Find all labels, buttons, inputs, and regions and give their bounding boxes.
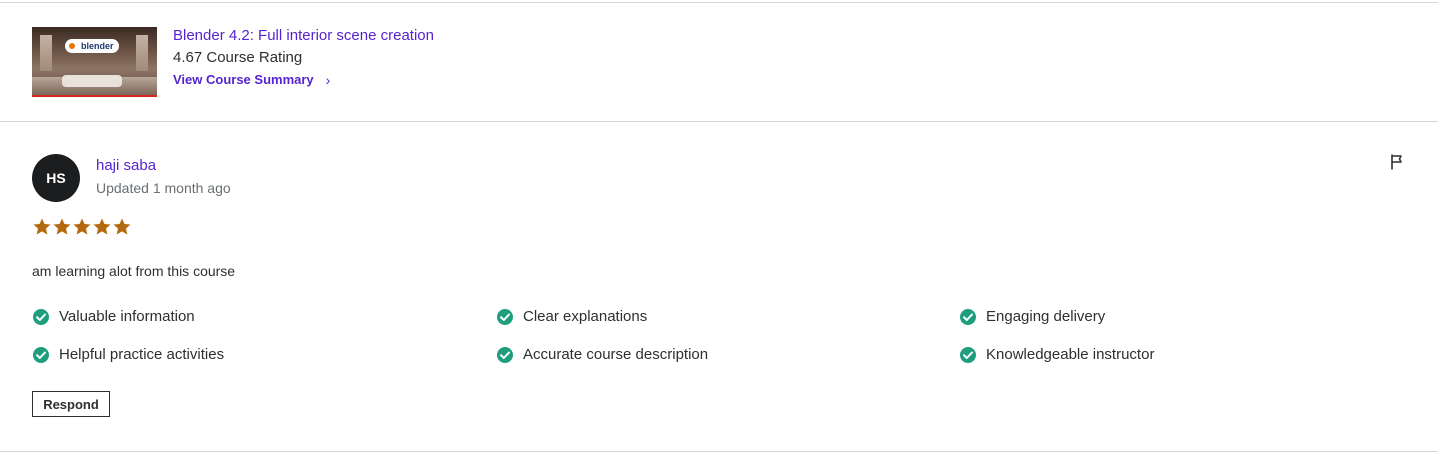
bottom-divider: [0, 451, 1438, 452]
blender-logo-mark: [67, 41, 77, 51]
top-divider: [0, 2, 1438, 3]
review-tag: Helpful practice activities: [32, 344, 224, 366]
star-icon: [33, 218, 51, 235]
thumbnail-decoration: [40, 35, 52, 71]
star-rating: [32, 217, 132, 237]
review-tag-label: Clear explanations: [523, 308, 648, 325]
review-tag-label: Accurate course description: [523, 346, 709, 363]
reviewer-name[interactable]: haji saba: [96, 155, 231, 177]
course-thumbnail[interactable]: blender: [32, 27, 157, 97]
check-circle-icon: [33, 309, 49, 325]
star-icon: [113, 218, 131, 235]
star-icon: [93, 218, 111, 235]
section-divider: [0, 121, 1438, 122]
course-summary: blender Blender 4.2: Full interior scene…: [32, 27, 434, 97]
check-circle-icon: [33, 347, 49, 363]
review-page: blender Blender 4.2: Full interior scene…: [0, 0, 1438, 453]
thumbnail-decoration: [136, 35, 148, 71]
review-tag: Engaging delivery: [959, 306, 1105, 328]
review-tag-label: Helpful practice activities: [59, 346, 225, 363]
respond-button[interactable]: Respond: [32, 391, 110, 417]
review-tag-label: Knowledgeable instructor: [986, 346, 1155, 363]
blender-logo: blender: [65, 39, 119, 53]
blender-logo-text: blender: [81, 41, 114, 51]
review-tag: Clear explanations: [496, 306, 647, 328]
view-course-summary-label: View Course Summary: [173, 72, 314, 87]
review-tag: Knowledgeable instructor: [959, 344, 1154, 366]
review-tag-label: Valuable information: [59, 308, 195, 325]
reviewer-info: haji saba Updated 1 month ago: [96, 155, 231, 199]
star-icon: [53, 218, 71, 235]
star-icon: [73, 218, 91, 235]
review-text: am learning alot from this course: [32, 263, 236, 279]
course-title[interactable]: Blender 4.2: Full interior scene creatio…: [173, 25, 434, 47]
flag-icon[interactable]: [1388, 153, 1406, 171]
thumbnail-progress-line: [32, 95, 157, 97]
avatar: HS: [32, 154, 80, 202]
review-tag: Accurate course description: [496, 344, 708, 366]
check-circle-icon: [960, 347, 976, 363]
chevron-right-icon: ›: [325, 72, 331, 88]
course-rating: 4.67 Course Rating: [173, 49, 303, 66]
review-updated-time: Updated 1 month ago: [96, 180, 231, 196]
view-course-summary-link[interactable]: View Course Summary ›: [173, 70, 330, 90]
check-circle-icon: [960, 309, 976, 325]
check-circle-icon: [497, 309, 513, 325]
check-circle-icon: [497, 347, 513, 363]
review-tag-label: Engaging delivery: [986, 308, 1106, 325]
course-info: Blender 4.2: Full interior scene creatio…: [173, 25, 434, 90]
review-tag: Valuable information: [32, 306, 195, 328]
thumbnail-decoration: [62, 75, 122, 87]
